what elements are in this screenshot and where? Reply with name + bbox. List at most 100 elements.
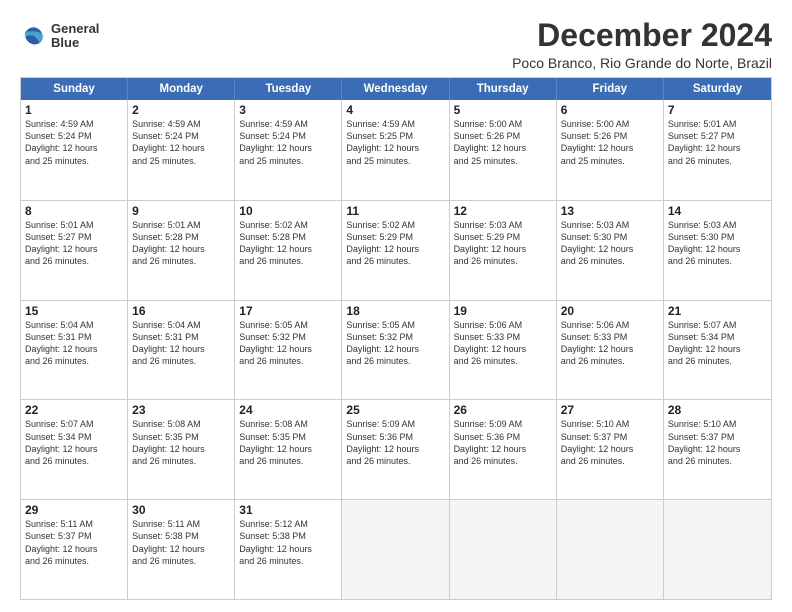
cell-info-line: Sunset: 5:29 PM — [346, 231, 444, 243]
calendar: SundayMondayTuesdayWednesdayThursdayFrid… — [20, 77, 772, 600]
cell-info-line: Sunset: 5:28 PM — [239, 231, 337, 243]
cal-cell — [342, 500, 449, 599]
week-2: 8Sunrise: 5:01 AMSunset: 5:27 PMDaylight… — [21, 200, 771, 300]
day-number: 1 — [25, 103, 123, 117]
cell-info-line: Daylight: 12 hours — [25, 543, 123, 555]
page: General Blue December 2024 Poco Branco, … — [0, 0, 792, 612]
title-block: December 2024 Poco Branco, Rio Grande do… — [512, 18, 772, 71]
header: General Blue December 2024 Poco Branco, … — [20, 18, 772, 71]
cal-cell: 25Sunrise: 5:09 AMSunset: 5:36 PMDayligh… — [342, 400, 449, 499]
cell-info-line: and 26 minutes. — [239, 355, 337, 367]
cal-cell: 12Sunrise: 5:03 AMSunset: 5:29 PMDayligh… — [450, 201, 557, 300]
header-day-sunday: Sunday — [21, 78, 128, 100]
cal-cell: 17Sunrise: 5:05 AMSunset: 5:32 PMDayligh… — [235, 301, 342, 400]
cal-cell: 31Sunrise: 5:12 AMSunset: 5:38 PMDayligh… — [235, 500, 342, 599]
cal-cell: 28Sunrise: 5:10 AMSunset: 5:37 PMDayligh… — [664, 400, 771, 499]
cal-cell: 7Sunrise: 5:01 AMSunset: 5:27 PMDaylight… — [664, 100, 771, 200]
cell-info-line: Sunrise: 5:11 AM — [132, 518, 230, 530]
cell-info-line: and 26 minutes. — [346, 255, 444, 267]
cal-cell: 26Sunrise: 5:09 AMSunset: 5:36 PMDayligh… — [450, 400, 557, 499]
cell-info-line: and 26 minutes. — [561, 355, 659, 367]
cal-cell: 14Sunrise: 5:03 AMSunset: 5:30 PMDayligh… — [664, 201, 771, 300]
cell-info-line: Daylight: 12 hours — [132, 142, 230, 154]
day-number: 13 — [561, 204, 659, 218]
day-number: 20 — [561, 304, 659, 318]
cell-info-line: Sunset: 5:28 PM — [132, 231, 230, 243]
cal-cell: 8Sunrise: 5:01 AMSunset: 5:27 PMDaylight… — [21, 201, 128, 300]
cal-cell — [557, 500, 664, 599]
cell-info-line: and 26 minutes. — [561, 255, 659, 267]
cell-info-line: Sunset: 5:26 PM — [561, 130, 659, 142]
cal-cell: 27Sunrise: 5:10 AMSunset: 5:37 PMDayligh… — [557, 400, 664, 499]
cell-info-line: and 26 minutes. — [668, 255, 767, 267]
cell-info-line: Daylight: 12 hours — [346, 343, 444, 355]
cell-info-line: and 26 minutes. — [239, 555, 337, 567]
cell-info-line: and 26 minutes. — [454, 355, 552, 367]
cell-info-line: and 26 minutes. — [25, 455, 123, 467]
day-number: 4 — [346, 103, 444, 117]
cell-info-line: Sunrise: 5:00 AM — [561, 118, 659, 130]
cal-cell: 13Sunrise: 5:03 AMSunset: 5:30 PMDayligh… — [557, 201, 664, 300]
cell-info-line: Sunrise: 5:12 AM — [239, 518, 337, 530]
logo-general: General — [51, 21, 99, 36]
day-number: 11 — [346, 204, 444, 218]
day-number: 26 — [454, 403, 552, 417]
cell-info-line: Sunset: 5:32 PM — [346, 331, 444, 343]
cell-info-line: and 26 minutes. — [132, 255, 230, 267]
cell-info-line: Daylight: 12 hours — [454, 443, 552, 455]
cell-info-line: and 26 minutes. — [132, 355, 230, 367]
cell-info-line: and 25 minutes. — [25, 155, 123, 167]
cell-info-line: Daylight: 12 hours — [561, 243, 659, 255]
cell-info-line: Sunrise: 5:07 AM — [25, 418, 123, 430]
subtitle: Poco Branco, Rio Grande do Norte, Brazil — [512, 55, 772, 71]
main-title: December 2024 — [512, 18, 772, 53]
day-number: 8 — [25, 204, 123, 218]
cal-cell: 24Sunrise: 5:08 AMSunset: 5:35 PMDayligh… — [235, 400, 342, 499]
cell-info-line: Daylight: 12 hours — [561, 443, 659, 455]
header-day-saturday: Saturday — [664, 78, 771, 100]
cell-info-line: and 26 minutes. — [239, 455, 337, 467]
cal-cell: 1Sunrise: 4:59 AMSunset: 5:24 PMDaylight… — [21, 100, 128, 200]
cell-info-line: and 26 minutes. — [132, 455, 230, 467]
day-number: 23 — [132, 403, 230, 417]
day-number: 28 — [668, 403, 767, 417]
cell-info-line: Sunrise: 5:02 AM — [346, 219, 444, 231]
cell-info-line: Sunrise: 5:07 AM — [668, 319, 767, 331]
cell-info-line: Sunset: 5:29 PM — [454, 231, 552, 243]
cal-cell: 30Sunrise: 5:11 AMSunset: 5:38 PMDayligh… — [128, 500, 235, 599]
cell-info-line: Daylight: 12 hours — [25, 243, 123, 255]
cal-cell: 2Sunrise: 4:59 AMSunset: 5:24 PMDaylight… — [128, 100, 235, 200]
cell-info-line: Sunrise: 4:59 AM — [25, 118, 123, 130]
cell-info-line: Sunset: 5:37 PM — [25, 530, 123, 542]
cell-info-line: Sunrise: 5:04 AM — [25, 319, 123, 331]
cell-info-line: Sunrise: 5:10 AM — [668, 418, 767, 430]
cell-info-line: and 26 minutes. — [25, 355, 123, 367]
cell-info-line: and 25 minutes. — [132, 155, 230, 167]
day-number: 6 — [561, 103, 659, 117]
week-5: 29Sunrise: 5:11 AMSunset: 5:37 PMDayligh… — [21, 499, 771, 599]
cell-info-line: Sunset: 5:37 PM — [668, 431, 767, 443]
cell-info-line: Daylight: 12 hours — [346, 243, 444, 255]
calendar-body: 1Sunrise: 4:59 AMSunset: 5:24 PMDaylight… — [21, 100, 771, 599]
day-number: 18 — [346, 304, 444, 318]
cell-info-line: Sunset: 5:26 PM — [454, 130, 552, 142]
cell-info-line: Daylight: 12 hours — [668, 443, 767, 455]
cell-info-line: Sunset: 5:30 PM — [668, 231, 767, 243]
day-number: 12 — [454, 204, 552, 218]
cell-info-line: and 26 minutes. — [454, 455, 552, 467]
cal-cell: 10Sunrise: 5:02 AMSunset: 5:28 PMDayligh… — [235, 201, 342, 300]
cell-info-line: and 26 minutes. — [454, 255, 552, 267]
day-number: 5 — [454, 103, 552, 117]
cell-info-line: Sunrise: 5:05 AM — [346, 319, 444, 331]
header-day-thursday: Thursday — [450, 78, 557, 100]
cell-info-line: Daylight: 12 hours — [454, 343, 552, 355]
cell-info-line: Sunrise: 5:03 AM — [454, 219, 552, 231]
cell-info-line: Daylight: 12 hours — [561, 343, 659, 355]
cell-info-line: Sunrise: 5:02 AM — [239, 219, 337, 231]
cal-cell: 11Sunrise: 5:02 AMSunset: 5:29 PMDayligh… — [342, 201, 449, 300]
cal-cell: 21Sunrise: 5:07 AMSunset: 5:34 PMDayligh… — [664, 301, 771, 400]
cell-info-line: Sunrise: 5:06 AM — [561, 319, 659, 331]
cell-info-line: Daylight: 12 hours — [239, 443, 337, 455]
cell-info-line: Sunset: 5:36 PM — [454, 431, 552, 443]
cal-cell: 3Sunrise: 4:59 AMSunset: 5:24 PMDaylight… — [235, 100, 342, 200]
